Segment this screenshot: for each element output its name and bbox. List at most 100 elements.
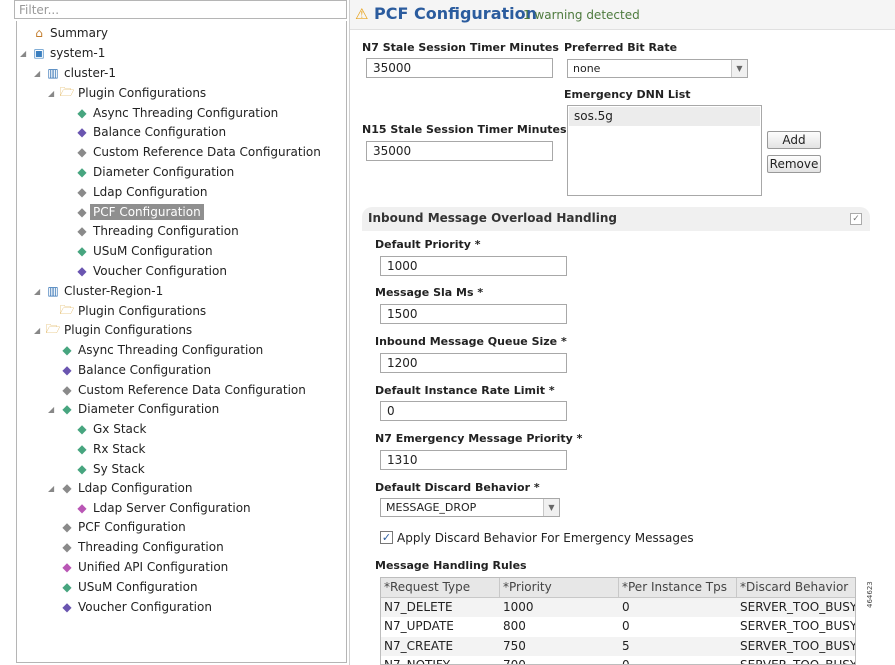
- table-cell: SERVER_TOO_BUSY: [740, 599, 856, 614]
- figure-id-watermark: 464623: [866, 581, 874, 608]
- expand-arrow-icon[interactable]: ◢: [48, 405, 54, 414]
- table-row[interactable]: N7_CREATE 750 5 SERVER_TOO_BUSY: [381, 636, 856, 656]
- tree-item-label: Async Threading Configuration: [78, 343, 264, 357]
- diamond-green-icon: ◆: [77, 422, 87, 436]
- add-button[interactable]: Add: [767, 131, 821, 149]
- navigation-panel: ⌂ Summary ◢ ▣ system-1 ◢ ▥ cluster-1 ◢ 🗁…: [14, 0, 347, 663]
- selected-value: MESSAGE_DROP: [386, 501, 477, 514]
- folder-open-icon: 🗁: [59, 84, 75, 99]
- expand-arrow-icon[interactable]: ◢: [20, 49, 26, 58]
- column-header[interactable]: *Discard Behavior: [737, 578, 855, 597]
- diamond-grey-icon: ◆: [62, 540, 72, 554]
- n7-emergency-priority-input[interactable]: 1310: [380, 450, 567, 470]
- diamond-green-icon: ◆: [77, 462, 87, 476]
- tree-item-label: Ldap Server Configuration: [93, 501, 251, 515]
- n7-stale-timer-input[interactable]: 35000: [366, 58, 553, 78]
- tree-item-label: Custom Reference Data Configuration: [93, 145, 321, 159]
- expand-arrow-icon[interactable]: ◢: [48, 484, 54, 493]
- tree-item-label: Threading Configuration: [78, 540, 224, 554]
- preferred-bit-rate-select[interactable]: none ▼: [567, 59, 748, 78]
- apply-discard-checkbox[interactable]: ✓: [380, 531, 393, 544]
- tree-item-label: USuM Configuration: [93, 244, 213, 258]
- column-header[interactable]: *Per Instance Tps: [619, 578, 737, 597]
- table-cell: 0: [622, 599, 630, 614]
- apply-discard-label: Apply Discard Behavior For Emergency Mes…: [397, 531, 694, 545]
- instance-rate-limit-input[interactable]: 0: [380, 401, 567, 421]
- table-cell: SERVER_TOO_BUSY: [740, 638, 856, 653]
- chevron-down-icon[interactable]: ▼: [543, 499, 559, 516]
- table-cell: N7_NOTIFY: [384, 658, 451, 665]
- message-handling-rules-label: Message Handling Rules: [375, 559, 527, 572]
- tree-item-label: Unified API Configuration: [78, 560, 229, 574]
- default-discard-behavior-label: Default Discard Behavior *: [375, 481, 540, 494]
- collapse-toggle-icon[interactable]: ✓: [850, 213, 862, 225]
- filter-input[interactable]: [14, 0, 347, 19]
- diamond-purple-icon: ◆: [62, 363, 72, 377]
- diamond-grey-icon: ◆: [77, 185, 87, 199]
- expand-arrow-icon[interactable]: ◢: [34, 69, 40, 78]
- remove-button[interactable]: Remove: [767, 155, 821, 173]
- diamond-green-icon: ◆: [62, 343, 72, 357]
- tree-item-label: Diameter Configuration: [93, 165, 235, 179]
- n7-stale-timer-label: N7 Stale Session Timer Minutes: [362, 41, 559, 54]
- table-cell: 5: [622, 638, 630, 653]
- message-sla-input[interactable]: 1500: [380, 304, 567, 324]
- table-row[interactable]: N7_UPDATE 800 0 SERVER_TOO_BUSY: [381, 617, 856, 637]
- n15-stale-timer-input[interactable]: 35000: [366, 141, 553, 161]
- tree-item-label: cluster-1: [64, 66, 117, 80]
- warning-icon[interactable]: ⚠: [355, 5, 368, 23]
- message-sla-label: Message Sla Ms *: [375, 286, 484, 299]
- page-header: ⚠ PCF Configuration 1 warning detected: [350, 0, 895, 30]
- inbound-queue-size-input[interactable]: 1200: [380, 353, 567, 373]
- table-cell: SERVER_TOO_BUSY: [740, 658, 856, 665]
- tree-item-label: Balance Configuration: [93, 125, 227, 139]
- column-header[interactable]: *Priority: [500, 578, 619, 597]
- preferred-bit-rate-label: Preferred Bit Rate: [564, 41, 678, 54]
- tree-item-label: Plugin Configurations: [64, 323, 193, 337]
- column-header[interactable]: *Request Type: [381, 578, 500, 597]
- diamond-green-icon: ◆: [77, 442, 87, 456]
- table-row[interactable]: N7_NOTIFY 700 0 SERVER_TOO_BUSY: [381, 656, 856, 665]
- diamond-green-icon: ◆: [77, 165, 87, 179]
- tree-item-label: USuM Configuration: [78, 580, 198, 594]
- tree-item-label: Voucher Configuration: [93, 264, 227, 278]
- instance-rate-limit-label: Default Instance Rate Limit *: [375, 384, 555, 397]
- overload-handling-section-header[interactable]: Inbound Message Overload Handling ✓: [362, 207, 870, 231]
- diamond-green-icon: ◆: [77, 244, 87, 258]
- tree-item-label: Custom Reference Data Configuration: [78, 383, 306, 397]
- tree-item-label: Diameter Configuration: [78, 402, 220, 416]
- tree-item-label: PCF Configuration: [90, 204, 204, 220]
- tree-item-label: Voucher Configuration: [78, 600, 212, 614]
- diamond-green-icon: ◆: [77, 106, 87, 120]
- table-cell: 0: [622, 619, 630, 633]
- diamond-purple-icon: ◆: [77, 264, 87, 278]
- folder-open-icon: 🗁: [59, 302, 75, 317]
- tree-item-label: Plugin Configurations: [78, 304, 207, 318]
- table-cell: N7_UPDATE: [384, 619, 454, 633]
- home-icon: ⌂: [35, 26, 43, 40]
- table-row[interactable]: N7_DELETE 1000 0 SERVER_TOO_BUSY: [381, 597, 856, 617]
- list-item[interactable]: sos.5g: [569, 107, 760, 126]
- default-priority-input[interactable]: 1000: [380, 256, 567, 276]
- expand-arrow-icon[interactable]: ◢: [34, 326, 40, 335]
- folder-open-icon: 🗁: [45, 321, 61, 336]
- table-cell: 1000: [503, 599, 534, 614]
- chevron-down-icon[interactable]: ▼: [731, 60, 747, 77]
- default-discard-behavior-select[interactable]: MESSAGE_DROP ▼: [380, 498, 560, 517]
- diamond-purple-icon: ◆: [62, 600, 72, 614]
- emergency-dnn-list-label: Emergency DNN List: [564, 88, 691, 101]
- table-cell: N7_DELETE: [384, 599, 453, 614]
- tree-item-label: Cluster-Region-1: [64, 284, 164, 298]
- emergency-dnn-list[interactable]: sos.5g: [567, 105, 762, 196]
- table-cell: SERVER_TOO_BUSY: [740, 619, 856, 633]
- tree-item-label: system-1: [50, 46, 106, 60]
- table-cell: 0: [622, 658, 630, 665]
- expand-arrow-icon[interactable]: ◢: [34, 287, 40, 296]
- warning-message[interactable]: 1 warning detected: [523, 8, 640, 22]
- message-handling-rules-table: *Request Type *Priority *Per Instance Tp…: [380, 577, 856, 665]
- expand-arrow-icon[interactable]: ◢: [48, 89, 54, 98]
- diamond-pink-icon: ◆: [77, 501, 87, 515]
- diamond-grey-icon: ◆: [62, 481, 72, 495]
- tree-item-label: Gx Stack: [93, 422, 147, 436]
- config-tree: ⌂ Summary ◢ ▣ system-1 ◢ ▥ cluster-1 ◢ 🗁…: [16, 21, 347, 663]
